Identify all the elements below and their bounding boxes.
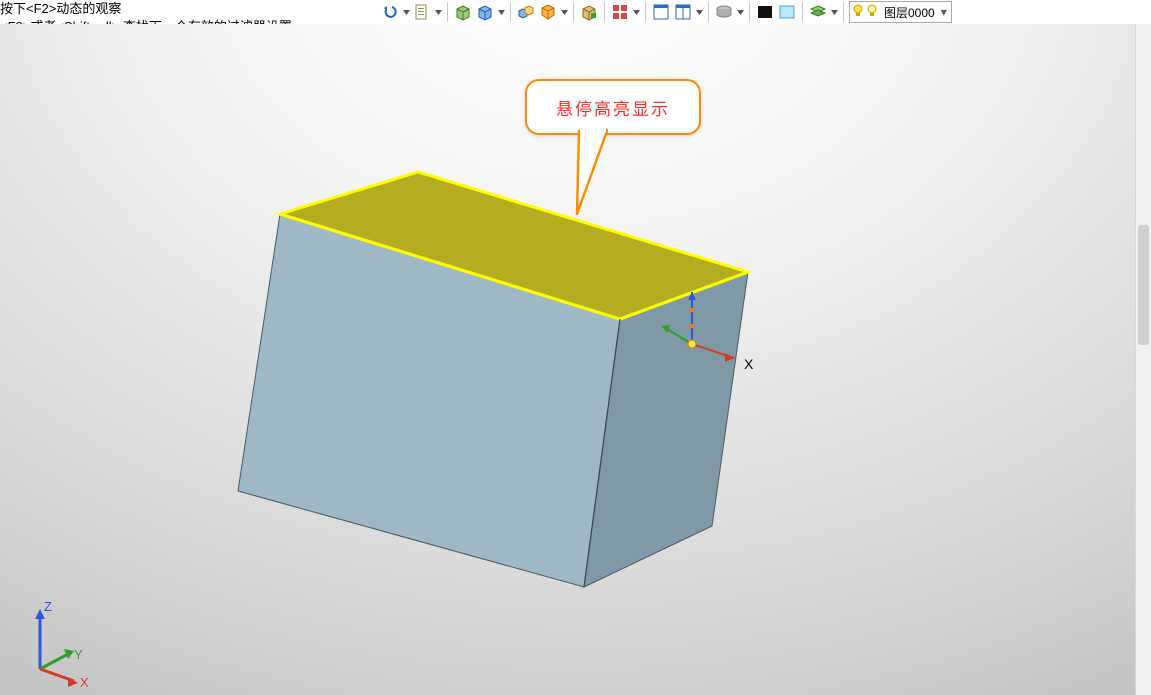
undo-icon[interactable] — [380, 2, 400, 22]
grid-red-icon[interactable] — [610, 2, 630, 22]
layer-selector[interactable]: 图层0000 ▾ — [849, 1, 952, 23]
vertical-scrollbar[interactable] — [1135, 24, 1151, 695]
hint-line-1: 按下<F2>动态的观察 — [0, 0, 295, 18]
box-blue-icon[interactable] — [475, 2, 495, 22]
triad-z-label: Z — [44, 599, 52, 614]
window-split-dropdown[interactable] — [695, 2, 703, 22]
callout-tail — [573, 128, 633, 218]
disk-grey-dropdown[interactable] — [736, 2, 744, 22]
rect-cyan-icon[interactable] — [777, 2, 797, 22]
disk-grey-icon[interactable] — [714, 2, 734, 22]
box-pattern-icon[interactable] — [579, 2, 599, 22]
page-dropdown[interactable] — [434, 2, 442, 22]
toolbar-separator — [749, 2, 750, 22]
page-icon[interactable] — [412, 2, 432, 22]
callout-bubble: 悬停高亮显示 — [525, 79, 701, 135]
axis-label-x: X — [744, 356, 753, 372]
cube-stack-icon[interactable] — [516, 2, 536, 22]
bulb-dim-icon — [866, 4, 878, 21]
window-split-icon[interactable] — [673, 2, 693, 22]
triad-y-label: Y — [74, 647, 83, 662]
toolbar-separator — [573, 2, 574, 22]
toolbar-separator — [447, 2, 448, 22]
toolbar-separator — [604, 2, 605, 22]
hex-orange-icon[interactable] — [538, 2, 558, 22]
scrollbar-thumb[interactable] — [1138, 225, 1149, 345]
viewport-3d[interactable]: X 悬停高亮显示 Z Y X — [0, 24, 1151, 695]
layers-green-dropdown[interactable] — [830, 2, 838, 22]
toolbar-separator — [645, 2, 646, 22]
grid-red-dropdown[interactable] — [632, 2, 640, 22]
chevron-down-icon: ▾ — [939, 5, 949, 19]
toolbar-separator — [843, 2, 844, 22]
callout-hover-highlight: 悬停高亮显示 — [525, 79, 697, 149]
box-green-icon[interactable] — [453, 2, 473, 22]
triad-x-label: X — [80, 675, 89, 687]
view-triad: Z Y X — [18, 597, 98, 687]
hex-orange-dropdown[interactable] — [560, 2, 568, 22]
callout-text: 悬停高亮显示 — [556, 95, 670, 120]
layers-green-icon[interactable] — [808, 2, 828, 22]
main-toolbar: 图层0000 ▾ — [380, 0, 1151, 24]
toolbar-separator — [802, 2, 803, 22]
box-blue-dropdown[interactable] — [497, 2, 505, 22]
undo-dropdown[interactable] — [402, 2, 410, 22]
bulb-on-icon — [852, 4, 864, 21]
toolbar-separator — [708, 2, 709, 22]
window-blue-icon[interactable] — [651, 2, 671, 22]
toolbar-separator — [510, 2, 511, 22]
rect-black-icon[interactable] — [755, 2, 775, 22]
layer-selector-label: 图层0000 — [880, 4, 939, 21]
